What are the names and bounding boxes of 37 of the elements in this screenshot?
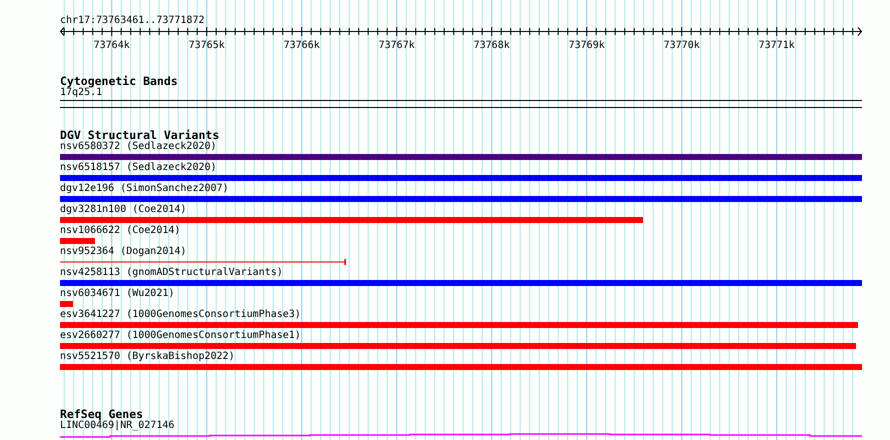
variant-bar[interactable] [60,196,862,202]
track-title: RefSeq Genes [60,408,144,420]
variant-label: nsv1066622 (Coe2014) [60,225,180,237]
variant-label: nsv4258113 (gnomADStructuralVariants) [60,267,283,279]
tick-label: 73768k [474,40,510,52]
tick-label: 73771k [758,40,795,52]
variant-bar[interactable] [60,343,856,349]
variant-label: nsv952364 (Dogan2014) [60,246,186,258]
tick-label: 73767k [378,40,415,52]
track-title: DGV Structural Variants [60,129,220,141]
tick-label: 73769k [568,40,605,52]
variant-line[interactable] [60,259,346,265]
variant-label: dgv12e196 (SimonSanchez2007) [60,183,229,195]
variant-label: esv3641227 (1000GenomesConsortiumPhase3) [60,309,301,321]
variant-bar[interactable] [60,217,644,223]
tick-label: 73764k [94,40,130,52]
variant-bar[interactable] [60,280,862,286]
location-label: chr17:73763461..73771872 [60,15,206,27]
variant-bar[interactable] [60,322,858,328]
track-title: Cytogenetic Bands [60,75,179,87]
tick-label: 73765k [188,40,225,52]
variant-bar[interactable] [60,301,73,307]
variant-bar[interactable] [60,154,862,160]
variant-bar[interactable] [60,238,96,244]
gene-line[interactable] [60,433,862,438]
tick-label: 73770k [664,40,700,52]
variant-bar[interactable] [60,175,862,181]
variant-label: nsv5521570 (ByrskaBishop2022) [60,351,235,363]
gene-label: LINC00469|NR_027146 [60,420,174,432]
variant-bar[interactable] [60,364,862,370]
variant-label: dgv3281n100 (Coe2014) [60,204,186,216]
variant-label: nsv6580372 (Sedlazeck2020) [60,141,217,153]
tick-label: 73766k [284,40,320,52]
variant-label: nsv6034671 (Wu2021) [60,288,174,300]
band-label: 17q25.1 [60,87,102,99]
variant-label: nsv6518157 (Sedlazeck2020) [60,162,217,174]
variant-label: esv2660277 (1000GenomesConsortiumPhase1) [60,330,301,342]
